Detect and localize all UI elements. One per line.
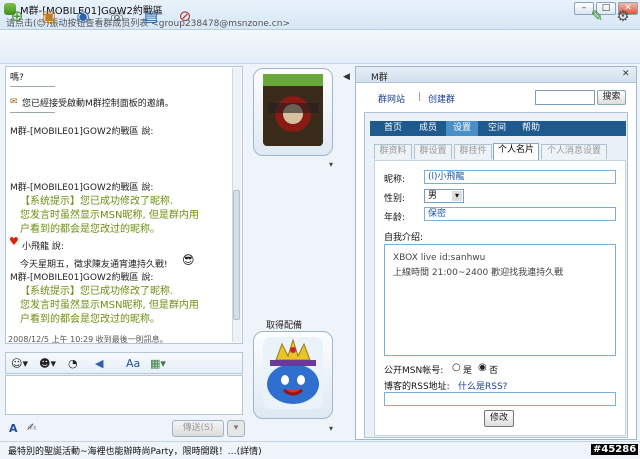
nav-home[interactable]: 首页: [376, 121, 410, 136]
system-message: 【系统提示】您已成功修改了昵称.: [20, 196, 174, 207]
tools-icon[interactable]: ⚙: [612, 5, 634, 27]
gender-label: 性别:: [384, 194, 406, 204]
save-profile-button[interactable]: 修改: [484, 410, 514, 427]
voice-call-icon[interactable]: ☏: [106, 5, 128, 27]
nav-members[interactable]: 成员: [410, 121, 446, 136]
intro-line: 上線時間 21:00~2400 歡迎找我連持久戰: [393, 268, 564, 278]
slime-king-image: [263, 337, 323, 409]
intro-textarea[interactable]: XBOX live id:sanhwu 上線時間 21:00~2400 歡迎找我…: [384, 244, 616, 356]
game-cover-image: [263, 74, 323, 146]
heart-icon: ♥: [9, 235, 19, 248]
group-panel-close-icon[interactable]: ✕: [622, 69, 630, 79]
chat-line: 今天星期五，徵求陳友通宵連持久戰!: [20, 260, 168, 270]
separator: [10, 112, 55, 113]
public-yes-label: 是: [463, 366, 473, 376]
rss-label: 博客的RSS地址:: [384, 382, 450, 392]
my-avatar[interactable]: [253, 331, 333, 419]
create-group-link[interactable]: 创建群: [428, 92, 455, 105]
wink-icon[interactable]: ☻▾: [39, 357, 56, 370]
share-photo-icon[interactable]: ▣: [38, 5, 60, 27]
main-toolbar: [0, 30, 640, 64]
cool-emoticon-icon: 😎: [182, 253, 195, 267]
emoticon-icon[interactable]: ☺▾: [11, 357, 28, 370]
group-panel-title: M群: [371, 73, 388, 83]
add-contact-icon[interactable]: ⊕: [6, 5, 28, 27]
send-button[interactable]: 傳送(S): [172, 420, 224, 437]
group-site-link[interactable]: 群网站: [378, 92, 405, 105]
nudge-icon[interactable]: ◔: [68, 357, 78, 370]
handwriting-icon[interactable]: ✍: [27, 421, 36, 434]
system-message: 户看到的都会是您改过的昵称。: [20, 314, 160, 325]
nav-settings[interactable]: 设置: [446, 121, 478, 136]
chat-scrollbar-thumb[interactable]: [233, 190, 240, 320]
video-icon[interactable]: ▤: [140, 5, 162, 27]
public-msn-label: 公开MSN帐号:: [384, 366, 444, 376]
contact-avatar[interactable]: [253, 68, 333, 156]
chat-line: 嗎?: [10, 73, 24, 83]
envelope-icon: ✉: [10, 97, 18, 107]
font-style-icon[interactable]: A: [9, 422, 18, 435]
link-divider: |: [418, 92, 422, 102]
system-message: 【系统提示】您已成功修改了昵称.: [20, 286, 174, 297]
paint-icon[interactable]: ✎: [586, 5, 608, 27]
nickname-label: 昵称:: [384, 175, 406, 185]
avatar-menu-icon[interactable]: ▾: [329, 160, 333, 169]
age-label: 年龄:: [384, 213, 406, 223]
group-search-button[interactable]: 搜索: [597, 90, 626, 105]
subtab-group-settings[interactable]: 群设置: [414, 144, 452, 159]
collapse-arrow-icon[interactable]: ◀: [343, 72, 350, 82]
watermark: #45286: [591, 444, 639, 455]
intro-label: 自我介绍:: [384, 233, 424, 243]
nav-help[interactable]: 帮助: [514, 121, 548, 136]
ad-banner-text[interactable]: 最特別的聖誕活動~海裡也能辦時尚Party，限時開跳！…(詳情): [8, 444, 262, 457]
chat-line: 您已經接受啟動M群控制面板的邀請。: [22, 99, 174, 109]
message-input[interactable]: [5, 375, 243, 415]
what-is-rss-link[interactable]: 什么是RSS?: [458, 379, 507, 392]
system-message: 户看到的都会是您改过的昵称。: [20, 224, 160, 235]
public-yes-radio[interactable]: ○: [452, 362, 461, 373]
my-avatar-menu-icon[interactable]: ▾: [329, 424, 333, 433]
share-file-icon[interactable]: ◉: [72, 5, 94, 27]
public-no-radio[interactable]: ◉: [478, 362, 487, 373]
font-icon[interactable]: Aa: [126, 357, 140, 370]
subtab-personal-message[interactable]: 个人消息设置: [541, 144, 607, 159]
background-icon[interactable]: ▦▾: [150, 357, 166, 370]
block-icon[interactable]: ⊘: [174, 5, 196, 27]
chat-line: M群-[MOBILE01]GOW2約戰區 說:: [10, 127, 154, 137]
subtab-personal-card[interactable]: 个人名片: [493, 143, 539, 160]
voice-clip-icon[interactable]: ◀: [95, 357, 103, 370]
chat-history[interactable]: 嗎? 您已經接受啟動M群控制面板的邀請。 ✉ M群-[MOBILE01]GOW2…: [5, 66, 243, 344]
age-input[interactable]: 保密: [424, 207, 616, 221]
subtab-group-info[interactable]: 群资料: [374, 144, 412, 159]
panel-splitter[interactable]: ◀: [341, 66, 353, 440]
last-message-status: 2008/12/5 上午 10:29 收到最後一則訊息。: [8, 335, 168, 344]
group-panel-header: [356, 67, 636, 83]
separator: [10, 86, 55, 87]
nickname-input[interactable]: (l)小飛龍: [424, 170, 616, 184]
chat-line: 小飛龍 說:: [22, 242, 64, 252]
nav-space[interactable]: 空间: [480, 121, 514, 136]
send-menu-button[interactable]: ▾: [227, 420, 245, 437]
system-message: 您发言时虽然显示MSN昵称, 但是群内用: [20, 300, 199, 311]
system-message: 您发言时虽然显示MSN昵称, 但是群内用: [20, 210, 199, 221]
gender-select[interactable]: 男 ▾: [424, 189, 464, 203]
subtab-group-widget[interactable]: 群挂件: [454, 144, 492, 159]
my-avatar-label: 取得配備: [266, 321, 303, 331]
rss-input[interactable]: [384, 392, 616, 406]
intro-line: XBOX live id:sanhwu: [393, 253, 486, 263]
group-search-input[interactable]: [535, 90, 595, 105]
gender-value: 男: [428, 191, 438, 201]
public-no-label: 否: [489, 366, 499, 376]
chevron-down-icon: ▾: [452, 191, 462, 201]
